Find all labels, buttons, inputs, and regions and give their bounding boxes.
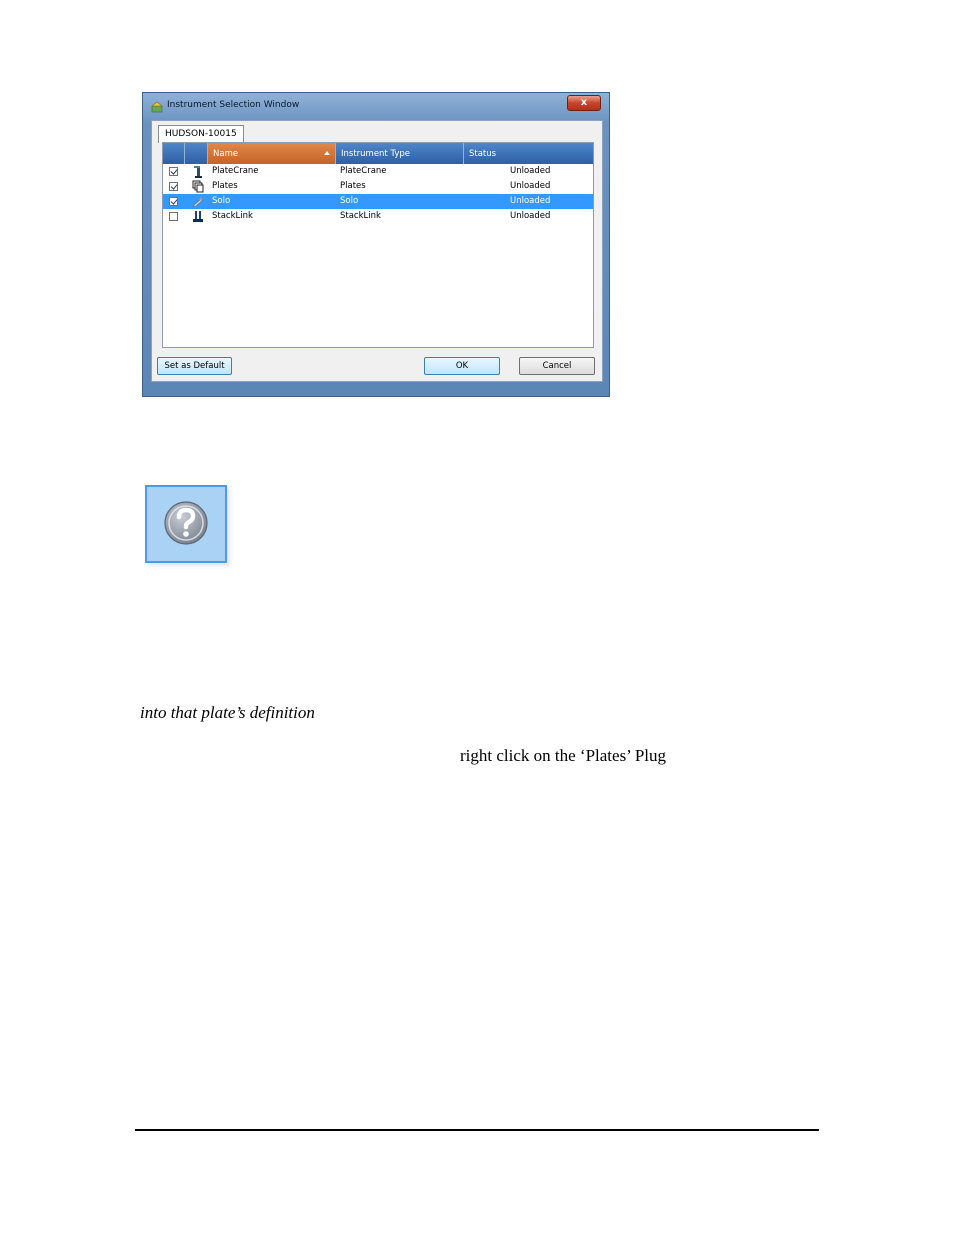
close-button[interactable]: x xyxy=(567,95,601,111)
header-check-column[interactable] xyxy=(163,143,185,164)
instrument-selection-window: Instrument Selection Window x HUDSON-100… xyxy=(142,92,610,397)
tab-hudson[interactable]: HUDSON-10015 xyxy=(158,125,244,143)
row-checkbox[interactable] xyxy=(169,167,178,176)
title-bar: Instrument Selection Window x xyxy=(143,93,609,119)
header-name[interactable]: Name xyxy=(208,143,336,164)
window-title: Instrument Selection Window xyxy=(167,100,300,110)
table-row[interactable]: Solo Solo Unloaded xyxy=(163,194,593,209)
row-type: StackLink xyxy=(340,211,381,221)
table-row[interactable]: Plates Plates Unloaded xyxy=(163,179,593,194)
list-header: Name Instrument Type Status xyxy=(163,143,593,164)
footer-divider xyxy=(135,1129,819,1131)
question-mark-icon xyxy=(164,501,208,545)
plates-icon xyxy=(192,180,204,193)
header-status-label: Status xyxy=(469,149,497,159)
row-type: Plates xyxy=(340,181,366,191)
row-name: Plates xyxy=(212,181,238,191)
set-as-default-button[interactable]: Set as Default xyxy=(157,357,232,375)
app-icon xyxy=(151,101,163,113)
row-name: StackLink xyxy=(212,211,253,221)
row-name: Solo xyxy=(212,196,231,206)
header-type-label: Instrument Type xyxy=(341,149,410,159)
row-type: Solo xyxy=(340,196,359,206)
row-checkbox[interactable] xyxy=(169,212,178,221)
ok-button[interactable]: OK xyxy=(424,357,500,375)
close-icon: x xyxy=(580,97,588,108)
row-status: Unloaded xyxy=(510,196,551,206)
doc-text-line2: right click on the ‘Plates’ Plug xyxy=(460,746,667,765)
sort-ascending-icon xyxy=(324,151,330,155)
platecrane-icon xyxy=(194,166,202,178)
table-row[interactable]: StackLink StackLink Unloaded xyxy=(163,209,593,224)
table-row[interactable]: PlateCrane PlateCrane Unloaded xyxy=(163,164,593,179)
solo-icon xyxy=(192,197,204,208)
stacklink-icon xyxy=(193,211,203,222)
row-name: PlateCrane xyxy=(212,166,259,176)
doc-text-line1: into that plate’s definition xyxy=(140,703,315,722)
header-icon-column[interactable] xyxy=(185,143,208,164)
instrument-list: Name Instrument Type Status PlateCrane P… xyxy=(162,142,594,348)
header-instrument-type[interactable]: Instrument Type xyxy=(336,143,464,164)
header-name-label: Name xyxy=(213,149,239,159)
header-status[interactable]: Status xyxy=(464,143,593,164)
row-status: Unloaded xyxy=(510,211,551,221)
cancel-button[interactable]: Cancel xyxy=(519,357,595,375)
row-type: PlateCrane xyxy=(340,166,387,176)
row-status: Unloaded xyxy=(510,166,551,176)
row-checkbox[interactable] xyxy=(169,197,178,206)
row-status: Unloaded xyxy=(510,181,551,191)
help-button[interactable] xyxy=(145,485,227,563)
dialog-client-area: HUDSON-10015 Name Instrument Type Status xyxy=(151,120,603,382)
row-checkbox[interactable] xyxy=(169,182,178,191)
